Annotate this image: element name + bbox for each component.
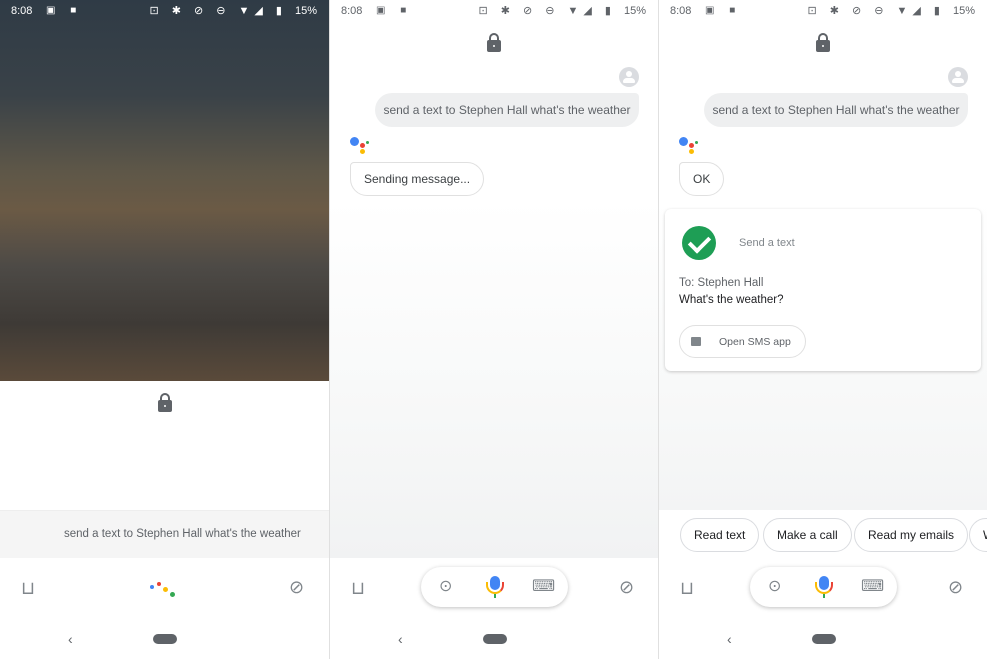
notification-icons: ▣ ■ [46, 5, 83, 16]
explore-compass-icon[interactable]: ⊘ [948, 577, 963, 598]
back-button[interactable]: ‹ [398, 631, 403, 647]
notification-icons: ▣ ■ [705, 5, 742, 16]
input-bar: ⊙ ⌨ [750, 567, 897, 607]
wallpaper [0, 0, 329, 381]
lens-icon[interactable]: ⊙ [439, 576, 452, 596]
screen-listening: 8:08 ▣ ■ ⊡ ✱ ⊘ ⊖ ▼◢ ▮ 15% send a text to… [0, 0, 329, 659]
updates-icon[interactable]: ⊔ [21, 578, 35, 599]
home-button[interactable] [153, 634, 177, 644]
query-bar: send a text to Stephen Hall what's the w… [0, 510, 329, 558]
user-query-bubble: send a text to Stephen Hall what's the w… [375, 93, 639, 127]
status-time: 8:08 [11, 5, 33, 17]
system-icons: ⊡ ✱ ⊘ ⊖ ▼◢ ▮ [807, 5, 945, 17]
message-text: What's the weather? [679, 294, 784, 306]
card-title: Send a text [739, 237, 795, 249]
battery-level: 15% [294, 5, 317, 17]
assistant-reply-bubble: Sending message... [350, 162, 485, 196]
explore-compass-icon[interactable]: ⊘ [619, 577, 634, 598]
user-avatar [619, 67, 639, 87]
lock-icon [158, 393, 172, 412]
recipient: To: Stephen Hall [679, 277, 764, 289]
user-avatar [948, 67, 968, 87]
lens-icon[interactable]: ⊙ [768, 576, 781, 596]
status-time: 8:08 [341, 5, 363, 17]
chip-read-text[interactable]: Read text [680, 518, 760, 552]
status-bar: 8:08 ▣ ■ ⊡ ✱ ⊘ ⊖ ▼◢ ▮ 15% [330, 0, 658, 22]
user-query-bubble: send a text to Stephen Hall what's the w… [704, 93, 968, 127]
status-bar: 8:08 ▣ ■ ⊡ ✱ ⊘ ⊖ ▼◢ ▮ 15% [659, 0, 987, 22]
updates-icon[interactable]: ⊔ [351, 578, 365, 599]
notification-icons: ▣ ■ [376, 5, 413, 16]
back-button[interactable]: ‹ [727, 631, 732, 647]
keyboard-icon[interactable]: ⌨ [532, 576, 555, 596]
battery-level: 15% [952, 5, 975, 17]
back-button[interactable]: ‹ [68, 631, 73, 647]
status-bar: 8:08 ▣ ■ ⊡ ✱ ⊘ ⊖ ▼◢ ▮ 15% [0, 0, 329, 22]
message-icon [691, 337, 701, 346]
assistant-logo-icon [679, 137, 699, 155]
lock-icon [487, 33, 501, 52]
open-sms-app-button[interactable]: Open SMS app [679, 325, 806, 358]
keyboard-icon[interactable]: ⌨ [861, 576, 884, 596]
query-text: send a text to Stephen Hall what's the w… [64, 528, 301, 540]
screen-sent: 8:08 ▣ ■ ⊡ ✱ ⊘ ⊖ ▼◢ ▮ 15% send a text to… [658, 0, 987, 659]
system-icons: ⊡ ✱ ⊘ ⊖ ▼◢ ▮ [149, 5, 287, 17]
chip-make-a-call[interactable]: Make a call [763, 518, 852, 552]
home-button[interactable] [483, 634, 507, 644]
lock-icon [816, 33, 830, 52]
explore-compass-icon[interactable]: ⊘ [289, 577, 304, 598]
screen-sending: 8:08 ▣ ■ ⊡ ✱ ⊘ ⊖ ▼◢ ▮ 15% send a text to… [329, 0, 658, 659]
chip-read-my-emails[interactable]: Read my emails [854, 518, 969, 552]
assistant-reply-bubble: OK [679, 162, 725, 196]
assistant-logo-icon [350, 137, 370, 155]
status-time: 8:08 [670, 5, 692, 17]
battery-level: 15% [623, 5, 646, 17]
assistant-dots-icon [150, 582, 175, 600]
input-bar: ⊙ ⌨ [421, 567, 568, 607]
home-button[interactable] [812, 634, 836, 644]
system-icons: ⊡ ✱ ⊘ ⊖ ▼◢ ▮ [478, 5, 616, 17]
updates-icon[interactable]: ⊔ [680, 578, 694, 599]
check-icon [682, 226, 716, 260]
send-text-card: Send a text To: Stephen Hall What's the … [665, 209, 981, 371]
